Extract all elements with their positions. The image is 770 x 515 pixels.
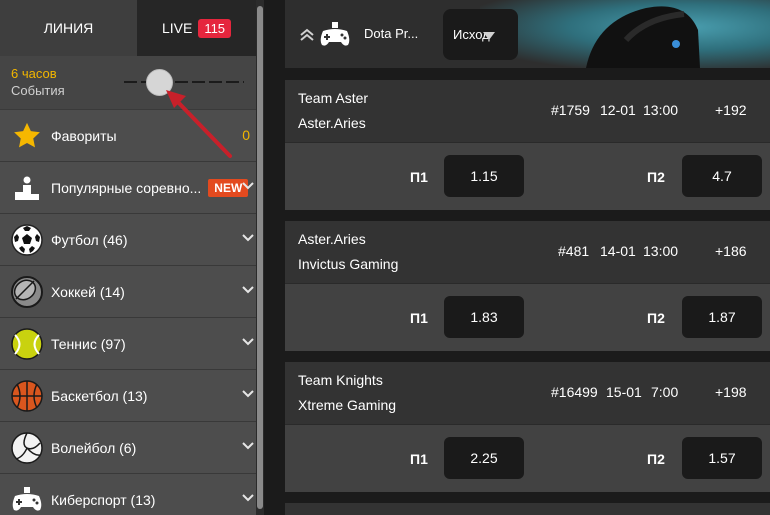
p1-label: П1 (410, 310, 428, 326)
favorites-count: 0 (242, 127, 250, 143)
match-odds-row: П1 1.15 П2 4.7 (285, 142, 770, 210)
sidebar-item-label: Популярные соревно... (51, 179, 202, 196)
match-odds-row: П1 1.83 П2 1.87 (285, 283, 770, 351)
team1-name: Aster.Aries (298, 231, 366, 247)
p2-odd-button[interactable]: 1.87 (682, 296, 762, 338)
game-header: Dota Pr... Исход (285, 0, 770, 68)
match-number: #16499 (551, 384, 598, 400)
time-slider-track[interactable] (124, 81, 244, 83)
sidebar-item-label: Волейбол (6) (51, 439, 137, 456)
match-time: 13:00 (643, 102, 679, 118)
more-markets-count[interactable]: +186 (715, 243, 747, 259)
p2-label: П2 (647, 451, 665, 467)
team1-name: Team Knights (298, 372, 383, 388)
dropdown-triangle-icon (483, 32, 495, 40)
team1-name: Team Aster (298, 90, 369, 106)
market-dropdown[interactable]: Исход (443, 9, 518, 60)
more-markets-count[interactable]: +192 (715, 102, 747, 118)
p2-odd-button[interactable]: 4.7 (682, 155, 762, 197)
sidebar-item-popular[interactable]: Популярные соревно... NEW (0, 162, 256, 214)
match-date: 14-01 (600, 243, 636, 259)
p2-odd-value: 1.57 (708, 450, 736, 466)
team2-name: Invictus Gaming (298, 256, 399, 272)
more-markets-count[interactable]: +198 (715, 384, 747, 400)
volleyball-icon (9, 430, 45, 466)
annotation-arrow-icon (166, 90, 232, 158)
chevron-down-icon[interactable] (241, 493, 255, 503)
mode-tabs: ЛИНИЯ LIVE 115 (0, 0, 256, 56)
chevron-down-icon[interactable] (241, 389, 255, 399)
gamepad-icon (9, 482, 45, 515)
sidebar-item-label: Теннис (97) (51, 335, 126, 352)
match-header[interactable]: Team Aster Aster.Aries #1759 12-01 13:00… (285, 80, 770, 142)
sidebar-item-football[interactable]: Футбол (46) (0, 214, 256, 266)
sidebar-scroll-thumb[interactable] (257, 6, 263, 509)
tab-live[interactable]: LIVE 115 (137, 0, 256, 56)
p1-label: П1 (410, 169, 428, 185)
star-icon (9, 118, 45, 154)
sidebar-item-tennis[interactable]: Теннис (97) (0, 318, 256, 370)
p2-odd-button[interactable]: 1.57 (682, 437, 762, 479)
team2-name: Xtreme Gaming (298, 397, 397, 413)
gaming-mouse-icon (586, 6, 700, 68)
live-count-badge: 115 (198, 18, 232, 38)
p2-label: П2 (647, 169, 665, 185)
podium-icon (9, 170, 45, 206)
sidebar-item-esports[interactable]: Киберспорт (13) (0, 474, 256, 515)
basketball-icon (9, 378, 45, 414)
match-time: 7:00 (651, 384, 679, 400)
filter-events-label: События (11, 83, 65, 98)
tab-live-label: LIVE (161, 20, 193, 36)
match-card: Team Knights Xtreme Gaming #16499 15-01 … (285, 362, 770, 492)
match-number: #481 (558, 243, 590, 259)
match-card-partial (285, 503, 770, 515)
sidebar-item-label: Киберспорт (13) (51, 491, 156, 508)
match-date: 15-01 (606, 384, 642, 400)
team2-name: Aster.Aries (298, 115, 366, 131)
p1-odd-value: 1.83 (470, 309, 498, 325)
gamepad-icon (320, 22, 350, 46)
tab-line-label: ЛИНИЯ (43, 20, 94, 36)
sidebar-item-label: Фавориты (51, 127, 117, 144)
match-header[interactable]: Team Knights Xtreme Gaming #16499 15-01 … (285, 362, 770, 424)
sidebar-item-volleyball[interactable]: Волейбол (6) (0, 422, 256, 474)
main-content: Dota Pr... Исход Team Aster Aster.Aries … (264, 0, 770, 515)
hockey-puck-icon (9, 274, 45, 310)
match-card: Aster.Aries Invictus Gaming #481 14-01 1… (285, 221, 770, 351)
match-date: 12-01 (600, 102, 636, 118)
chevron-down-icon[interactable] (241, 337, 255, 347)
p1-label: П1 (410, 451, 428, 467)
tennis-ball-icon (9, 326, 45, 362)
match-card: Team Aster Aster.Aries #1759 12-01 13:00… (285, 80, 770, 210)
soccer-ball-icon (9, 222, 45, 258)
chevron-down-icon[interactable] (241, 181, 255, 191)
p1-odd-button[interactable]: 1.83 (444, 296, 524, 338)
tab-line[interactable]: ЛИНИЯ (0, 0, 137, 56)
game-title: Dota Pr... (364, 26, 419, 41)
filter-hours-label: 6 часов (11, 66, 57, 81)
p2-label: П2 (647, 310, 665, 326)
sidebar-item-basketball[interactable]: Баскетбол (13) (0, 370, 256, 422)
sidebar-item-label: Футбол (46) (51, 231, 128, 248)
collapse-up-icon[interactable] (299, 28, 315, 42)
sidebar-item-hockey[interactable]: Хоккей (14) (0, 266, 256, 318)
p1-odd-value: 2.25 (470, 450, 498, 466)
p2-odd-value: 4.7 (712, 168, 732, 184)
p2-odd-value: 1.87 (708, 309, 736, 325)
match-number: #1759 (551, 102, 590, 118)
chevron-down-icon[interactable] (241, 233, 255, 243)
sidebar-item-label: Хоккей (14) (51, 283, 125, 300)
match-header[interactable]: Aster.Aries Invictus Gaming #481 14-01 1… (285, 221, 770, 283)
match-odds-row: П1 2.25 П2 1.57 (285, 424, 770, 492)
chevron-down-icon[interactable] (241, 441, 255, 451)
p1-odd-button[interactable]: 1.15 (444, 155, 524, 197)
match-time: 13:00 (643, 243, 679, 259)
sidebar-item-label: Баскетбол (13) (51, 387, 148, 404)
app-root: ЛИНИЯ LIVE 115 6 часов События Фавориты … (0, 0, 770, 515)
p1-odd-button[interactable]: 2.25 (444, 437, 524, 479)
chevron-down-icon[interactable] (241, 285, 255, 295)
sidebar: ЛИНИЯ LIVE 115 6 часов События Фавориты … (0, 0, 256, 515)
p1-odd-value: 1.15 (470, 168, 498, 184)
